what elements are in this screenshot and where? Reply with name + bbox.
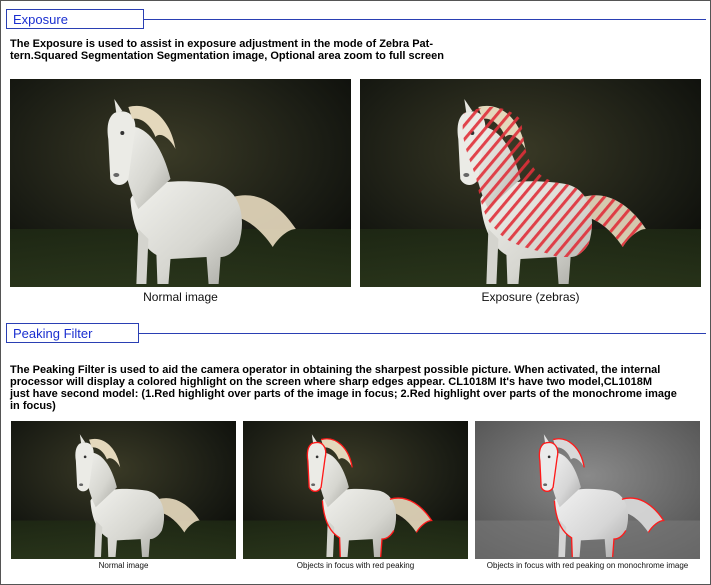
exposure-zebra-caption: Exposure (zebras): [481, 290, 580, 304]
peaking-normal-image: [11, 421, 236, 559]
peaking-red-caption: Objects in focus with red peaking: [296, 561, 415, 570]
exposure-description: The Exposure is used to assist in exposu…: [10, 38, 444, 62]
horse-photo-small: [11, 421, 236, 559]
horse-photo-zebra: [360, 79, 701, 287]
horse-photo-mono-peaking: [475, 421, 700, 559]
peaking-mono-caption: Objects in focus with red peaking on mon…: [486, 561, 689, 570]
exposure-title: Exposure: [6, 9, 144, 29]
horse-photo-peaking: [243, 421, 468, 559]
peaking-red-image: [243, 421, 468, 559]
peaking-header-rule: [139, 333, 706, 334]
peaking-section-header: Peaking Filter: [6, 323, 706, 345]
exposure-header-rule: [144, 19, 706, 20]
peaking-mono-image: [475, 421, 700, 559]
peaking-normal-caption: Normal image: [98, 561, 149, 570]
exposure-section-header: Exposure: [6, 9, 706, 31]
exposure-zebra-image: [360, 79, 701, 287]
peaking-description: The Peaking Filter is used to aid the ca…: [10, 364, 677, 412]
exposure-normal-image: [10, 79, 351, 287]
exposure-normal-caption: Normal image: [143, 290, 218, 304]
peaking-title: Peaking Filter: [6, 323, 139, 343]
horse-photo: [10, 79, 351, 287]
